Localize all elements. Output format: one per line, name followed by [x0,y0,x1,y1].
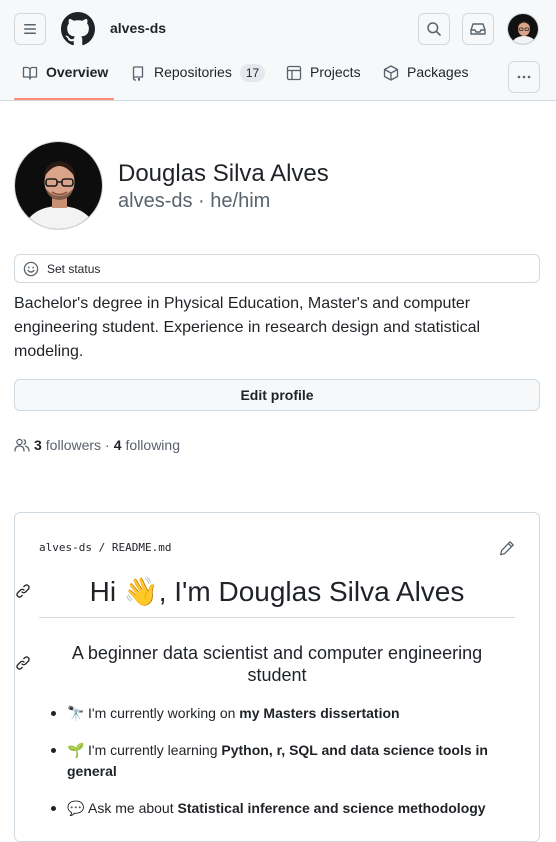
telescope-icon: 🔭 [67,705,85,721]
list-item: 🌱 I'm currently learning Python, r, SQL a… [51,740,507,782]
followers-link[interactable]: 3 followers [34,437,101,453]
active-tab-indicator [14,98,114,100]
profile-avatar[interactable] [14,141,103,230]
list-item: 💬 Ask me about Statistical inference and … [51,798,507,819]
smiley-icon [23,261,39,276]
readme-file-name: README.md [111,541,172,554]
tab-overview-label: Overview [46,64,109,80]
set-status-label: Set status [47,261,101,276]
followers-label: followers [45,437,102,453]
list-item-text: I'm currently learning [88,742,222,758]
tab-packages-label: Packages [407,64,469,80]
readme-list: 🔭 I'm currently working on my Masters dis… [51,703,507,835]
readme-heading: Hi 👋, I'm Douglas Silva Alves [39,575,515,618]
github-logo-icon[interactable] [61,12,95,46]
repo-icon [132,66,144,81]
repositories-count-badge: 17 [239,64,266,82]
table-icon [286,65,302,81]
edit-profile-label: Edit profile [240,387,314,403]
readme-card: alves-ds / README.md Hi 👋, I'm Douglas S… [14,512,540,842]
heading-anchor-link-icon[interactable] [15,583,31,599]
dot-separator: · [198,190,205,212]
menu-button[interactable] [14,13,46,45]
readme-owner-link[interactable]: alves-ds [39,541,92,554]
tab-packages[interactable]: Packages [383,64,468,100]
pencil-icon[interactable] [499,540,515,556]
follow-stats: 3 followers · 4 following [14,437,180,453]
profile-login-line: alves-ds · he/him [118,190,270,213]
subheading-anchor-link-icon[interactable] [15,655,31,671]
list-item-bold: my Masters dissertation [239,705,400,721]
list-item-bold: Statistical inference and science method… [177,800,486,816]
people-icon [14,438,30,452]
inbox-button[interactable] [462,13,494,45]
search-button[interactable] [418,13,450,45]
profile-login: alves-ds [118,190,193,212]
more-tabs-button[interactable] [508,61,540,93]
kebab-horizontal-icon [517,75,531,79]
set-status-button[interactable]: Set status [14,254,540,283]
tab-repositories[interactable]: Repositories 17 [130,64,266,100]
list-item-text: Ask me about [88,800,178,816]
speech-balloon-icon: 💬 [67,800,85,816]
tab-projects-label: Projects [310,64,361,80]
tab-repositories-label: Repositories [154,64,232,80]
book-icon [22,66,38,80]
tab-projects[interactable]: Projects [286,64,361,100]
following-label: following [125,437,180,453]
readme-path: alves-ds / README.md [39,541,171,554]
edit-profile-button[interactable]: Edit profile [14,379,540,411]
user-avatar[interactable] [507,13,539,45]
followers-count: 3 [34,437,42,453]
app-header: alves-ds Overview Repositories 17 Projec… [0,0,556,101]
readme-subheading: A beginner data scientist and computer e… [71,643,483,685]
package-icon [383,65,399,81]
seedling-icon: 🌱 [67,742,85,758]
profile-bio: Bachelor's degree in Physical Education,… [14,295,481,360]
following-link[interactable]: 4 following [114,437,180,453]
profile-photo-icon [15,142,102,229]
list-item-text: I'm currently working on [88,705,240,721]
tab-overview[interactable]: Overview [22,64,108,100]
follow-separator: · [105,437,110,453]
profile-full-name: Douglas Silva Alves [118,160,329,187]
inbox-icon [470,23,486,35]
list-item: 🔭 I'm currently working on my Masters dis… [51,703,507,724]
owner-name-link[interactable]: alves-ds [110,20,166,36]
avatar-image-icon [508,14,538,44]
hamburger-icon [24,24,36,34]
profile-pronouns: he/him [210,190,271,212]
following-count: 4 [113,437,122,453]
search-icon [427,22,441,36]
readme-path-separator: / [98,541,106,554]
